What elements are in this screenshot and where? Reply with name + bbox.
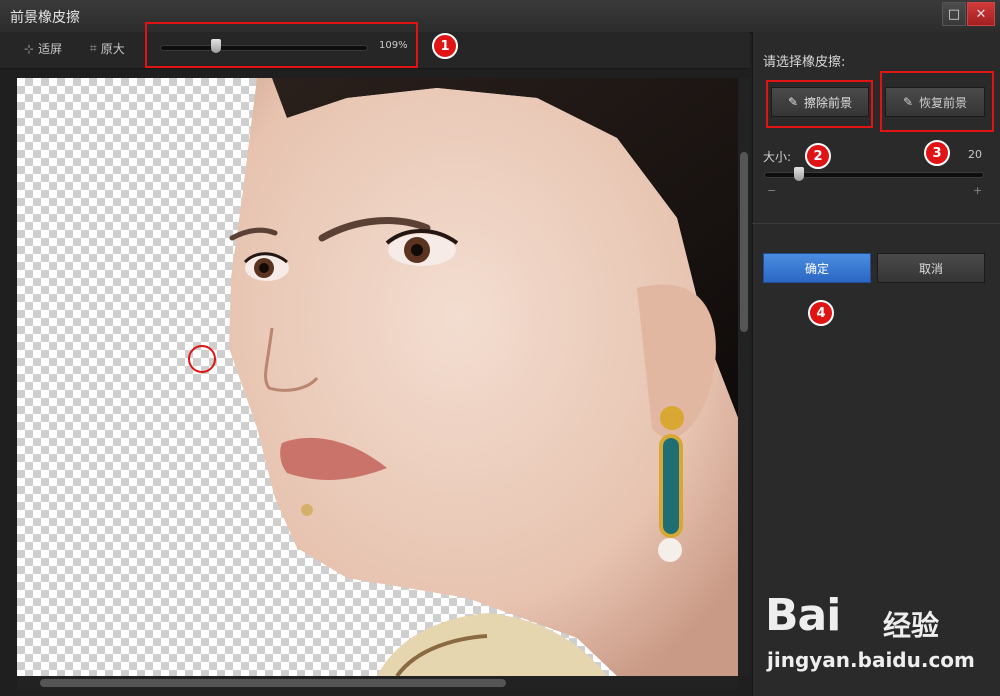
watermark-logo: Bai [765,590,841,641]
original-size-label: 原大 [100,42,125,56]
maximize-button[interactable]: □ [942,2,966,26]
callout-badge-1: 1 [432,33,458,59]
size-value: 20 [968,148,982,161]
watermark-url: jingyan.baidu.com [767,648,975,672]
close-button[interactable]: ✕ [967,2,995,26]
callout-badge-4: 4 [808,300,834,326]
size-minus: − [767,184,777,197]
callout-zoom-box [145,22,418,68]
original-size-icon: ⌗ [90,41,97,55]
baidu-watermark: Bai 经验 jingyan.baidu.com [765,590,995,680]
watermark-logo-suffix: 经验 [883,609,940,642]
callout-badge-2: 2 [805,143,831,169]
callout-badge-3: 3 [924,140,950,166]
ok-button[interactable]: 确定 [763,253,871,283]
portrait-image [188,78,738,676]
vertical-scroll-thumb[interactable] [740,152,748,332]
cancel-button[interactable]: 取消 [877,253,985,283]
maximize-icon: □ [947,6,961,22]
horizontal-scroll-thumb[interactable] [40,679,506,687]
callout-restore-box [880,71,994,132]
image-canvas[interactable] [17,78,738,676]
panel-divider [752,223,1000,224]
size-slider-thumb[interactable] [794,167,804,181]
callout-erase-box [766,80,873,128]
window-title: 前景橡皮擦 [10,10,80,26]
size-label: 大小: [763,150,792,164]
fit-screen-label: 适屏 [38,42,63,56]
original-size-button[interactable]: ⌗ 原大 [90,40,125,57]
close-icon: ✕ [975,6,987,22]
eraser-cursor [188,345,216,373]
fit-screen-icon: ⊹ [24,41,35,56]
panel-title: 请选择橡皮擦: [763,55,846,70]
fit-screen-button[interactable]: ⊹ 适屏 [24,40,62,57]
size-plus: + [973,184,983,197]
